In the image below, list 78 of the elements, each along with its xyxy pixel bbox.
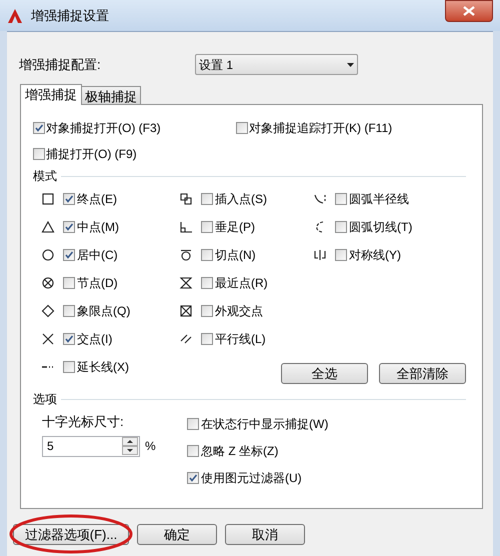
checkbox-label: 在状态行中显示捕捉(W)	[201, 416, 328, 433]
checkbox-label: 切点(N)	[215, 247, 256, 264]
checkbox-label: 垂足(P)	[215, 219, 255, 236]
close-icon	[463, 6, 475, 16]
checkbox[interactable]	[187, 445, 199, 457]
crosshair-size-field[interactable]: 5	[42, 436, 140, 456]
percent-label: %	[145, 438, 156, 455]
boxed-x-icon	[179, 304, 193, 318]
checkbox[interactable]	[63, 361, 75, 373]
checkbox[interactable]	[201, 333, 213, 345]
checkbox-label: 最近点(R)	[215, 275, 268, 292]
checkbox-label: 延长线(X)	[77, 359, 129, 376]
stacked-squares-icon	[179, 192, 193, 206]
square-icon	[41, 192, 55, 206]
checkbox-label: 交点(I)	[77, 331, 112, 348]
checkbox-label: 使用图元过滤器(U)	[201, 470, 302, 487]
hourglass-icon	[179, 276, 193, 290]
checkbox-label: 捕捉打开(O) (F9)	[46, 146, 137, 163]
checkbox[interactable]	[63, 277, 75, 289]
arc-icon	[313, 192, 327, 206]
crosshair-label: 十字光标尺寸:	[42, 413, 125, 431]
bracket-icon	[313, 248, 327, 262]
profile-label: 增强捕捉配置:	[19, 56, 102, 74]
x-icon	[41, 332, 55, 346]
checkbox[interactable]	[63, 305, 75, 317]
checkbox-label: 平行线(L)	[215, 331, 266, 348]
dialog-button[interactable]: 确定	[137, 524, 217, 545]
diamond-icon	[41, 304, 55, 318]
checkbox[interactable]	[33, 122, 45, 134]
checkbox[interactable]	[335, 249, 347, 261]
checkbox[interactable]	[201, 305, 213, 317]
checkbox-label: 象限点(Q)	[77, 303, 130, 320]
close-button[interactable]	[445, 0, 493, 22]
checkbox-label: 终点(E)	[77, 191, 117, 208]
triangle-icon	[41, 220, 55, 234]
checkbox-label: 居中(C)	[77, 247, 118, 264]
checkbox[interactable]	[335, 193, 347, 205]
tab[interactable]: 极轴捕捉	[82, 86, 141, 104]
checkbox[interactable]	[201, 193, 213, 205]
checkbox-label: 节点(D)	[77, 275, 118, 292]
checkbox[interactable]	[187, 472, 199, 484]
tab[interactable]: 增强捕捉	[20, 84, 82, 105]
circle-icon	[41, 248, 55, 262]
checkbox-label: 忽略 Z 坐标(Z)	[201, 443, 278, 460]
slash-lines-icon	[179, 332, 193, 346]
dialog-button[interactable]: 过滤器选项(F)...	[13, 524, 129, 545]
checkbox[interactable]	[187, 418, 199, 430]
circled-x-icon	[41, 276, 55, 290]
dialog-button[interactable]: 全选	[281, 363, 368, 384]
right-angle-icon	[179, 220, 193, 234]
checkbox[interactable]	[63, 221, 75, 233]
checkbox-label: 圆弧切线(T)	[349, 219, 412, 236]
app-logo-icon	[7, 8, 23, 24]
checkbox[interactable]	[63, 333, 75, 345]
dropdown-arrow-icon	[347, 62, 354, 66]
section-title: 选项	[33, 391, 57, 408]
checkbox[interactable]	[201, 221, 213, 233]
spin-down-icon[interactable]	[122, 446, 138, 455]
profile-dropdown[interactable]: 设置 1	[195, 54, 358, 75]
checkbox-label: 圆弧半径线	[349, 191, 409, 208]
section-title: 模式	[33, 168, 57, 185]
checkbox[interactable]	[63, 193, 75, 205]
checkbox[interactable]	[33, 148, 45, 160]
checkbox[interactable]	[63, 249, 75, 261]
dialog-button[interactable]: 取消	[225, 524, 305, 545]
spin-up-icon[interactable]	[122, 437, 138, 446]
checkbox-label: 中点(M)	[77, 219, 119, 236]
checkbox[interactable]	[201, 277, 213, 289]
checkbox-label: 对象捕捉追踪打开(K) (F11)	[249, 120, 392, 137]
checkbox-label: 插入点(S)	[215, 191, 267, 208]
window-title: 增强捕捉设置	[31, 6, 109, 25]
checkbox[interactable]	[201, 249, 213, 261]
dialog-button[interactable]: 全部清除	[379, 363, 466, 384]
checkbox-label: 对象捕捉打开(O) (F3)	[46, 120, 161, 137]
checkbox[interactable]	[335, 221, 347, 233]
checkbox-label: 对称线(Y)	[349, 247, 401, 264]
checkbox-label: 外观交点	[215, 303, 263, 320]
checkbox[interactable]	[236, 122, 248, 134]
